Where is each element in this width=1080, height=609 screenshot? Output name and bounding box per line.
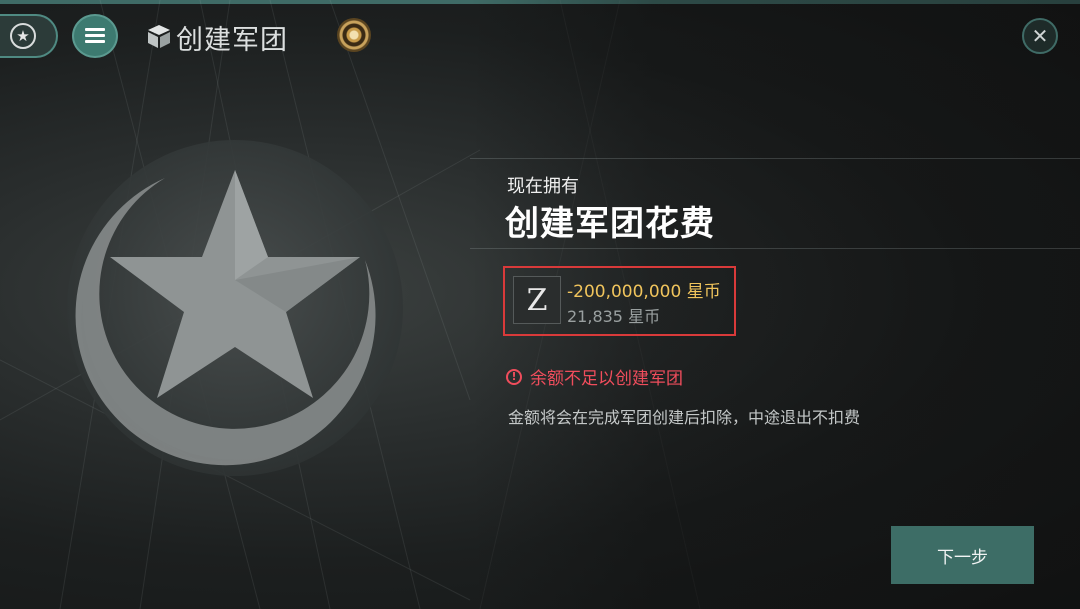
star-coin-currency-icon: Z: [513, 276, 561, 324]
cost-title: 创建军团花费: [505, 204, 715, 244]
legion-rank-button[interactable]: ★: [0, 14, 58, 58]
menu-button[interactable]: [72, 14, 118, 58]
close-icon: ✕: [1031, 24, 1049, 48]
panel-divider-top: [470, 158, 1080, 159]
panel-divider-mid: [470, 248, 1080, 249]
menu-icon: [85, 28, 105, 44]
page-title: 创建军团: [176, 25, 288, 56]
subtitle: 现在拥有: [507, 176, 579, 197]
alert-icon: !: [506, 368, 522, 385]
coin-icon[interactable]: [337, 18, 371, 52]
next-step-button[interactable]: 下一步: [891, 526, 1034, 584]
star-badge-icon: ★: [10, 23, 36, 49]
legion-emblem: [67, 140, 403, 476]
cost-highlight-box: Z -200,000,000 星币 21,835 星币: [503, 266, 736, 336]
cube-icon: [148, 25, 170, 48]
deduction-note: 金额将会在完成军团创建后扣除，中途退出不扣费: [508, 408, 861, 427]
creation-cost: -200,000,000 星币: [567, 282, 721, 302]
owned-balance: 21,835 星币: [567, 307, 661, 326]
warning-text: 余额不足以创建军团: [530, 369, 683, 389]
insufficient-balance-warning: ! 余额不足以创建军团: [506, 364, 683, 389]
close-button[interactable]: ✕: [1022, 18, 1058, 54]
